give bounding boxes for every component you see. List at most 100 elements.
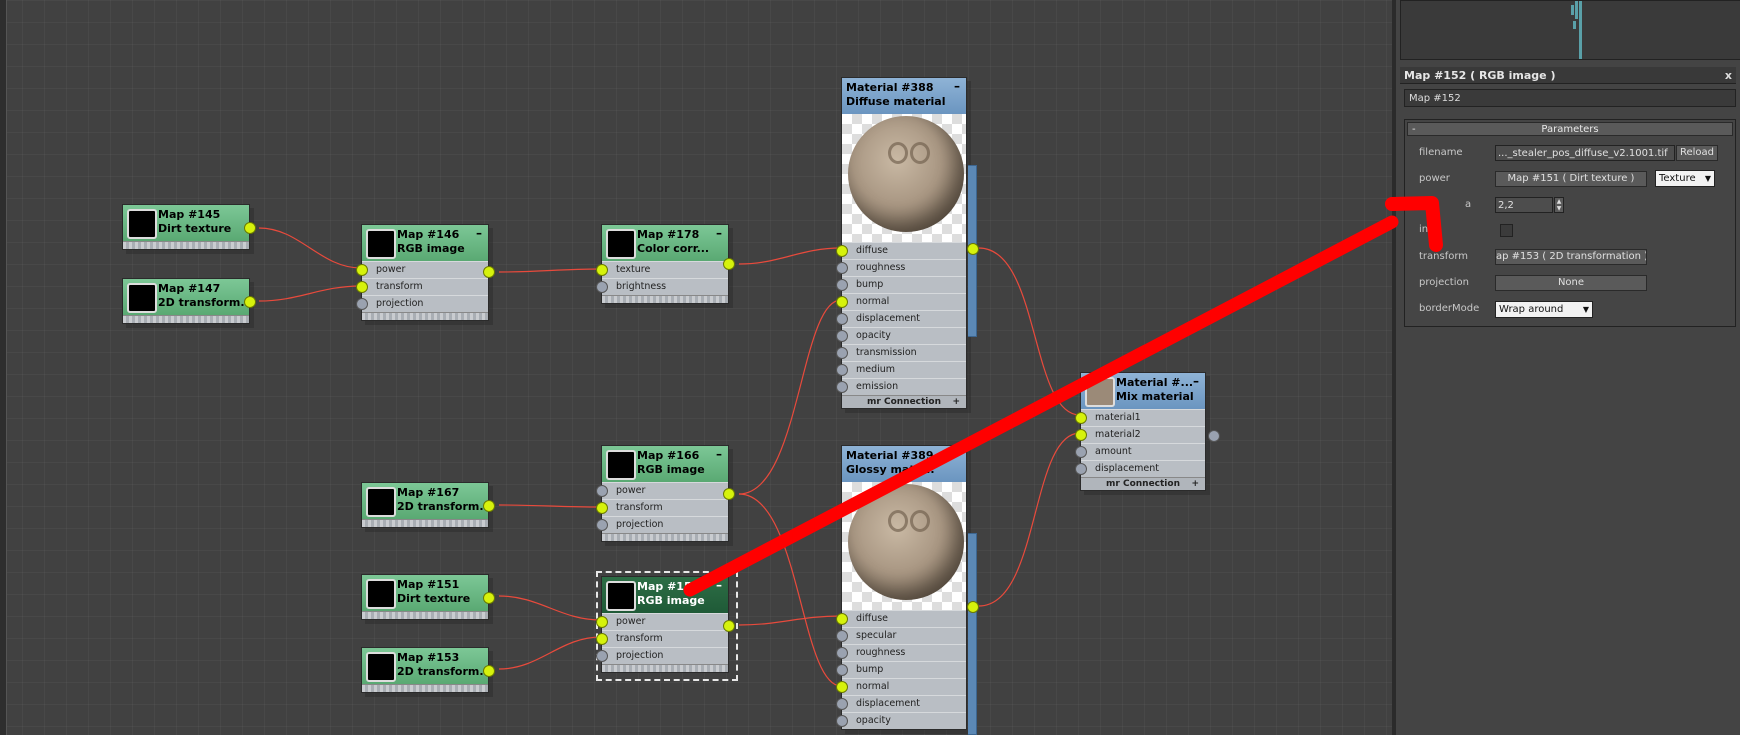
node-map-147[interactable]: Map #147 2D transform...	[122, 278, 256, 328]
port-row-diffuse[interactable]: diffuse	[836, 610, 966, 627]
collapse-button[interactable]: –	[954, 447, 960, 461]
expand-plus-icon[interactable]: +	[1191, 478, 1199, 490]
port-row-roughness[interactable]: roughness	[836, 259, 966, 276]
expand-plus-icon[interactable]: +	[952, 396, 960, 408]
port-row-projection[interactable]: projection	[356, 295, 488, 312]
node-map-178[interactable]: Map #178 Color corr... – texture brightne…	[596, 224, 735, 308]
port-row-transmission[interactable]: transmission	[836, 344, 966, 361]
reload-button[interactable]: Reload	[1676, 145, 1718, 161]
input-port[interactable]	[596, 502, 608, 514]
output-port[interactable]	[1208, 430, 1220, 442]
node-material-389[interactable]: Material #389 Glossy mate... – diffuse sp…	[836, 445, 979, 735]
port-row-projection[interactable]: projection	[596, 516, 728, 533]
port-row-displacement[interactable]: displacement	[836, 310, 966, 327]
input-port[interactable]	[836, 347, 848, 359]
output-port[interactable]	[244, 222, 256, 234]
input-port[interactable]	[1075, 463, 1087, 475]
bordermode-dropdown[interactable]: Wrap around ▼	[1495, 301, 1593, 318]
collapse-button[interactable]: –	[954, 79, 960, 93]
input-port[interactable]	[596, 264, 608, 276]
input-port[interactable]	[836, 381, 848, 393]
collapse-button[interactable]: –	[716, 226, 722, 240]
port-row-material2[interactable]: material2	[1075, 426, 1205, 443]
input-port[interactable]	[836, 364, 848, 376]
input-port[interactable]	[836, 630, 848, 642]
collapse-button[interactable]: –	[716, 578, 722, 592]
port-row-opacity[interactable]: opacity	[836, 712, 966, 729]
port-row-texture[interactable]: texture	[596, 261, 728, 278]
port-row-roughness[interactable]: roughness	[836, 644, 966, 661]
node-map-146[interactable]: Map #146 RGB image – power transform proj…	[356, 224, 495, 325]
port-row-power[interactable]: power	[596, 613, 728, 630]
output-port[interactable]	[483, 266, 495, 278]
node-editor-canvas[interactable]: Map #145 Dirt texture Map #147 2D transfor…	[0, 0, 1392, 735]
port-row-amount[interactable]: amount	[1075, 443, 1205, 460]
input-port[interactable]	[836, 313, 848, 325]
output-port[interactable]	[967, 601, 979, 613]
node-material-388[interactable]: Material #388 Diffuse material – diffuse …	[836, 77, 979, 413]
port-row-normal[interactable]: normal	[836, 293, 966, 310]
input-port[interactable]	[596, 616, 608, 628]
gamma-spinner[interactable]: ▲ ▼	[1554, 197, 1564, 213]
port-row-diffuse[interactable]: diffuse	[836, 242, 966, 259]
input-port[interactable]	[836, 613, 848, 625]
port-row-projection[interactable]: projection	[596, 647, 728, 664]
node-map-145[interactable]: Map #145 Dirt texture	[122, 204, 256, 254]
output-port[interactable]	[723, 258, 735, 270]
output-port[interactable]	[483, 500, 495, 512]
invert-checkbox[interactable]	[1500, 224, 1513, 237]
input-port[interactable]	[836, 296, 848, 308]
input-port[interactable]	[836, 279, 848, 291]
node-map-166[interactable]: Map #166 RGB image – power transform proj…	[596, 445, 735, 546]
input-port[interactable]	[596, 485, 608, 497]
port-row-specular[interactable]: specular	[836, 627, 966, 644]
port-row-material1[interactable]: material1	[1075, 409, 1205, 426]
input-port[interactable]	[596, 519, 608, 531]
port-row-bump[interactable]: bump	[836, 661, 966, 678]
port-row-power[interactable]: power	[356, 261, 488, 278]
collapse-button[interactable]: –	[716, 447, 722, 461]
input-port[interactable]	[836, 330, 848, 342]
input-port[interactable]	[836, 664, 848, 676]
input-port[interactable]	[356, 298, 368, 310]
mr-connection-rollout[interactable]: mr Connection +	[1081, 477, 1205, 490]
output-port[interactable]	[483, 592, 495, 604]
port-row-displacement[interactable]: displacement	[1075, 460, 1205, 477]
input-port[interactable]	[1075, 412, 1087, 424]
node-map-167[interactable]: Map #167 2D transform...	[361, 482, 495, 532]
input-port[interactable]	[836, 698, 848, 710]
port-row-transform[interactable]: transform	[596, 630, 728, 647]
input-port[interactable]	[356, 264, 368, 276]
input-port[interactable]	[596, 633, 608, 645]
node-map-153[interactable]: Map #153 2D transform...	[361, 647, 495, 697]
output-port[interactable]	[967, 243, 979, 255]
transform-map-button[interactable]: ap #153 ( 2D transformation )	[1495, 249, 1647, 265]
input-port[interactable]	[836, 262, 848, 274]
input-port[interactable]	[836, 681, 848, 693]
node-map-152[interactable]: Map #152 RGB image – power transform proj…	[596, 576, 735, 673]
node-mix-material[interactable]: Material #... Mix material – material1 ma…	[1075, 372, 1220, 495]
input-port[interactable]	[596, 650, 608, 662]
navigator-minimap[interactable]	[1400, 0, 1740, 60]
port-row-opacity[interactable]: opacity	[836, 327, 966, 344]
node-map-151[interactable]: Map #151 Dirt texture	[361, 574, 495, 624]
input-port[interactable]	[836, 715, 848, 727]
input-port[interactable]	[596, 281, 608, 293]
power-type-dropdown[interactable]: Texture ▼	[1655, 170, 1715, 187]
collapse-button[interactable]: –	[476, 226, 482, 240]
input-port[interactable]	[836, 245, 848, 257]
rollout-toggle[interactable]: -	[1412, 123, 1416, 137]
projection-map-button[interactable]: None	[1495, 275, 1647, 291]
port-row-brightness[interactable]: brightness	[596, 278, 728, 295]
port-row-normal[interactable]: normal	[836, 678, 966, 695]
port-row-transform[interactable]: transform	[596, 499, 728, 516]
input-port[interactable]	[1075, 429, 1087, 441]
power-map-button[interactable]: Map #151 ( Dirt texture )	[1495, 171, 1647, 187]
port-row-emission[interactable]: emission	[836, 378, 966, 395]
output-port[interactable]	[483, 665, 495, 677]
input-port[interactable]	[1075, 446, 1087, 458]
port-row-displacement[interactable]: displacement	[836, 695, 966, 712]
filename-field[interactable]: ..._stealer_pos_diffuse_v2.1001.tif	[1495, 145, 1675, 161]
gamma-input[interactable]: 2,2	[1495, 197, 1553, 213]
port-row-power[interactable]: power	[596, 482, 728, 499]
